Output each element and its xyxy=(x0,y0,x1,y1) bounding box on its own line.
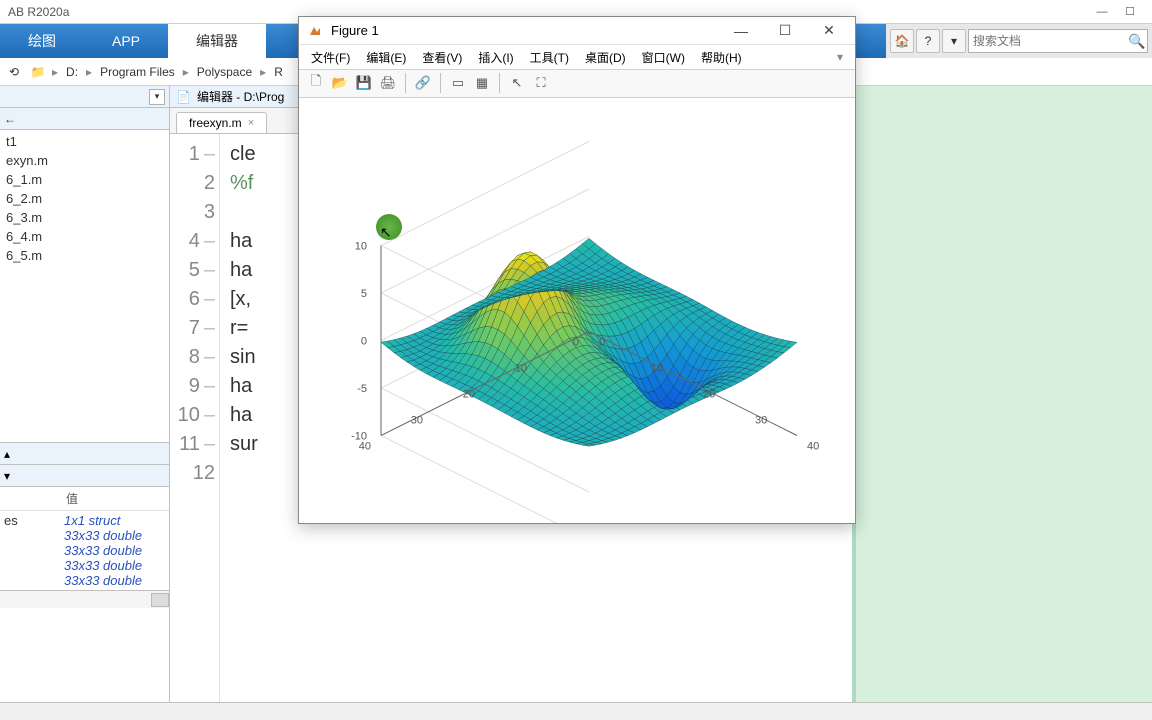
menu-window[interactable]: 窗口(W) xyxy=(636,46,691,69)
link-icon[interactable]: 🔗 xyxy=(412,72,434,94)
toolstrip-right: 🏠 ? ▾ 🔍 xyxy=(886,24,1152,58)
workspace-row[interactable]: es 1x1 struct xyxy=(4,513,165,528)
svg-text:10: 10 xyxy=(651,363,663,375)
file-item[interactable]: 6_3.m xyxy=(4,208,165,227)
panel-dropdown-icon[interactable]: ▾ xyxy=(149,89,165,105)
menu-file[interactable]: 文件(F) xyxy=(305,46,356,69)
menu-help[interactable]: 帮助(H) xyxy=(695,46,748,69)
file-item[interactable]: 6_4.m xyxy=(4,227,165,246)
svg-text:20: 20 xyxy=(703,389,715,401)
svg-text:0: 0 xyxy=(573,337,579,349)
expand-icon[interactable]: ⛶ xyxy=(530,72,552,94)
current-folder-panel-header: ▾ xyxy=(0,86,169,108)
dropdown-icon[interactable]: ▾ xyxy=(942,29,966,53)
folder-icon[interactable]: 📁 xyxy=(28,62,48,82)
editor-path: 编辑器 - D:\Prog xyxy=(197,88,284,105)
search-icon[interactable]: 🔍 xyxy=(1128,33,1145,50)
workspace-row[interactable]: 33x33 double xyxy=(4,528,165,543)
workspace-header-2: ▾ xyxy=(0,465,169,487)
menu-edit[interactable]: 编辑(E) xyxy=(360,46,412,69)
workspace-columns: 值 xyxy=(0,487,169,511)
app-title: AB R2020a xyxy=(8,5,69,19)
svg-text:10: 10 xyxy=(515,363,527,375)
file-list: t1 exyn.m 6_1.m 6_2.m 6_3.m 6_4.m 6_5.m xyxy=(0,130,169,442)
workspace-row[interactable]: 33x33 double xyxy=(4,573,165,588)
tab-editor[interactable]: 编辑器 xyxy=(168,24,266,58)
svg-text:40: 40 xyxy=(807,441,819,453)
tab-app[interactable]: APP xyxy=(84,24,168,58)
search-docs[interactable]: 🔍 xyxy=(968,29,1148,53)
panel-dropdown-icon[interactable]: ▾ xyxy=(4,469,10,483)
print-icon[interactable]: 🖨 xyxy=(377,72,399,94)
back-icon[interactable]: ⟲ xyxy=(4,62,24,82)
hscrollbar[interactable] xyxy=(0,590,169,608)
figure-window[interactable]: Figure 1 — ☐ ✕ 文件(F) 编辑(E) 查看(V) 插入(I) 工… xyxy=(298,16,856,524)
search-input[interactable] xyxy=(973,34,1128,48)
line-gutter: 1– 2 3 4– 5– 6– 7– 8– 9– 10– 11– 12 xyxy=(170,134,220,702)
svg-text:-5: -5 xyxy=(357,383,367,395)
current-folder-subheader: ← xyxy=(0,108,169,130)
path-seg-1[interactable]: Program Files xyxy=(96,65,179,79)
svg-text:0: 0 xyxy=(361,336,367,348)
svg-text:10: 10 xyxy=(355,241,367,253)
path-seg-2[interactable]: Polyspace xyxy=(193,65,256,79)
menu-insert[interactable]: 插入(I) xyxy=(472,46,519,69)
svg-text:0: 0 xyxy=(599,337,605,349)
menu-tools[interactable]: 工具(T) xyxy=(524,46,575,69)
editor-tab[interactable]: freexyn.m × xyxy=(176,112,267,133)
new-figure-icon[interactable]: 🗋 xyxy=(305,72,327,94)
svg-text:20: 20 xyxy=(463,389,475,401)
workspace-header: ▴ xyxy=(0,443,169,465)
axes-3d[interactable]: -10-50510010203040010203040 xyxy=(299,98,855,523)
chevron-icon: ▸ xyxy=(52,65,58,79)
path-drive[interactable]: D: xyxy=(62,65,82,79)
file-item[interactable]: 6_1.m xyxy=(4,170,165,189)
layout-icon[interactable]: ▭ xyxy=(447,72,469,94)
grid-icon[interactable]: ▦ xyxy=(471,72,493,94)
figure-menubar: 文件(F) 编辑(E) 查看(V) 插入(I) 工具(T) 桌面(D) 窗口(W… xyxy=(299,45,855,70)
file-item[interactable]: t1 xyxy=(4,132,165,151)
menu-desktop[interactable]: 桌面(D) xyxy=(579,46,632,69)
figure-titlebar[interactable]: Figure 1 — ☐ ✕ xyxy=(299,17,855,45)
help-home-icon[interactable]: 🏠 xyxy=(890,29,914,53)
editor-tab-label: freexyn.m xyxy=(189,116,242,130)
svg-text:5: 5 xyxy=(361,288,367,300)
file-item[interactable]: 6_5.m xyxy=(4,246,165,265)
pointer-icon[interactable]: ↖ xyxy=(506,72,528,94)
menu-view[interactable]: 查看(V) xyxy=(416,46,468,69)
figure-close-button[interactable]: ✕ xyxy=(811,19,847,43)
maximize-button[interactable]: ☐ xyxy=(1116,3,1144,21)
tab-plot[interactable]: 绘图 xyxy=(0,24,84,58)
figure-minimize-button[interactable]: — xyxy=(723,19,759,43)
matlab-icon xyxy=(307,23,323,39)
figure-title: Figure 1 xyxy=(331,23,379,38)
close-icon[interactable]: × xyxy=(248,117,254,129)
svg-text:30: 30 xyxy=(411,415,423,427)
command-window-panel[interactable] xyxy=(852,86,1152,702)
svg-text:40: 40 xyxy=(359,441,371,453)
workspace-panel: ▴ ▾ 值 es 1x1 struct 33x33 double xyxy=(0,442,169,702)
file-item[interactable]: exyn.m xyxy=(4,151,165,170)
workspace-row[interactable]: 33x33 double xyxy=(4,558,165,573)
panel-up-icon[interactable]: ▴ xyxy=(4,447,10,461)
statusbar xyxy=(0,702,1152,720)
file-item[interactable]: 6_2.m xyxy=(4,189,165,208)
minimize-button[interactable]: — xyxy=(1088,3,1116,21)
help-icon[interactable]: ? xyxy=(916,29,940,53)
svg-text:30: 30 xyxy=(755,415,767,427)
figure-toolbar: 🗋 📂 💾 🖨 🔗 ▭ ▦ ↖ ⛶ xyxy=(299,70,855,98)
path-seg-3[interactable]: R xyxy=(270,65,287,79)
code-area[interactable]: cle %f ha ha [x, r= sin ha ha sur xyxy=(220,134,268,702)
figure-maximize-button[interactable]: ☐ xyxy=(767,19,803,43)
workspace-col-value: 值 xyxy=(60,487,84,510)
menu-overflow-icon[interactable]: ▾ xyxy=(831,50,849,64)
open-icon[interactable]: 📂 xyxy=(329,72,351,94)
save-icon[interactable]: 💾 xyxy=(353,72,375,94)
editor-doc-icon: 📄 xyxy=(176,90,191,104)
workspace-row[interactable]: 33x33 double xyxy=(4,543,165,558)
